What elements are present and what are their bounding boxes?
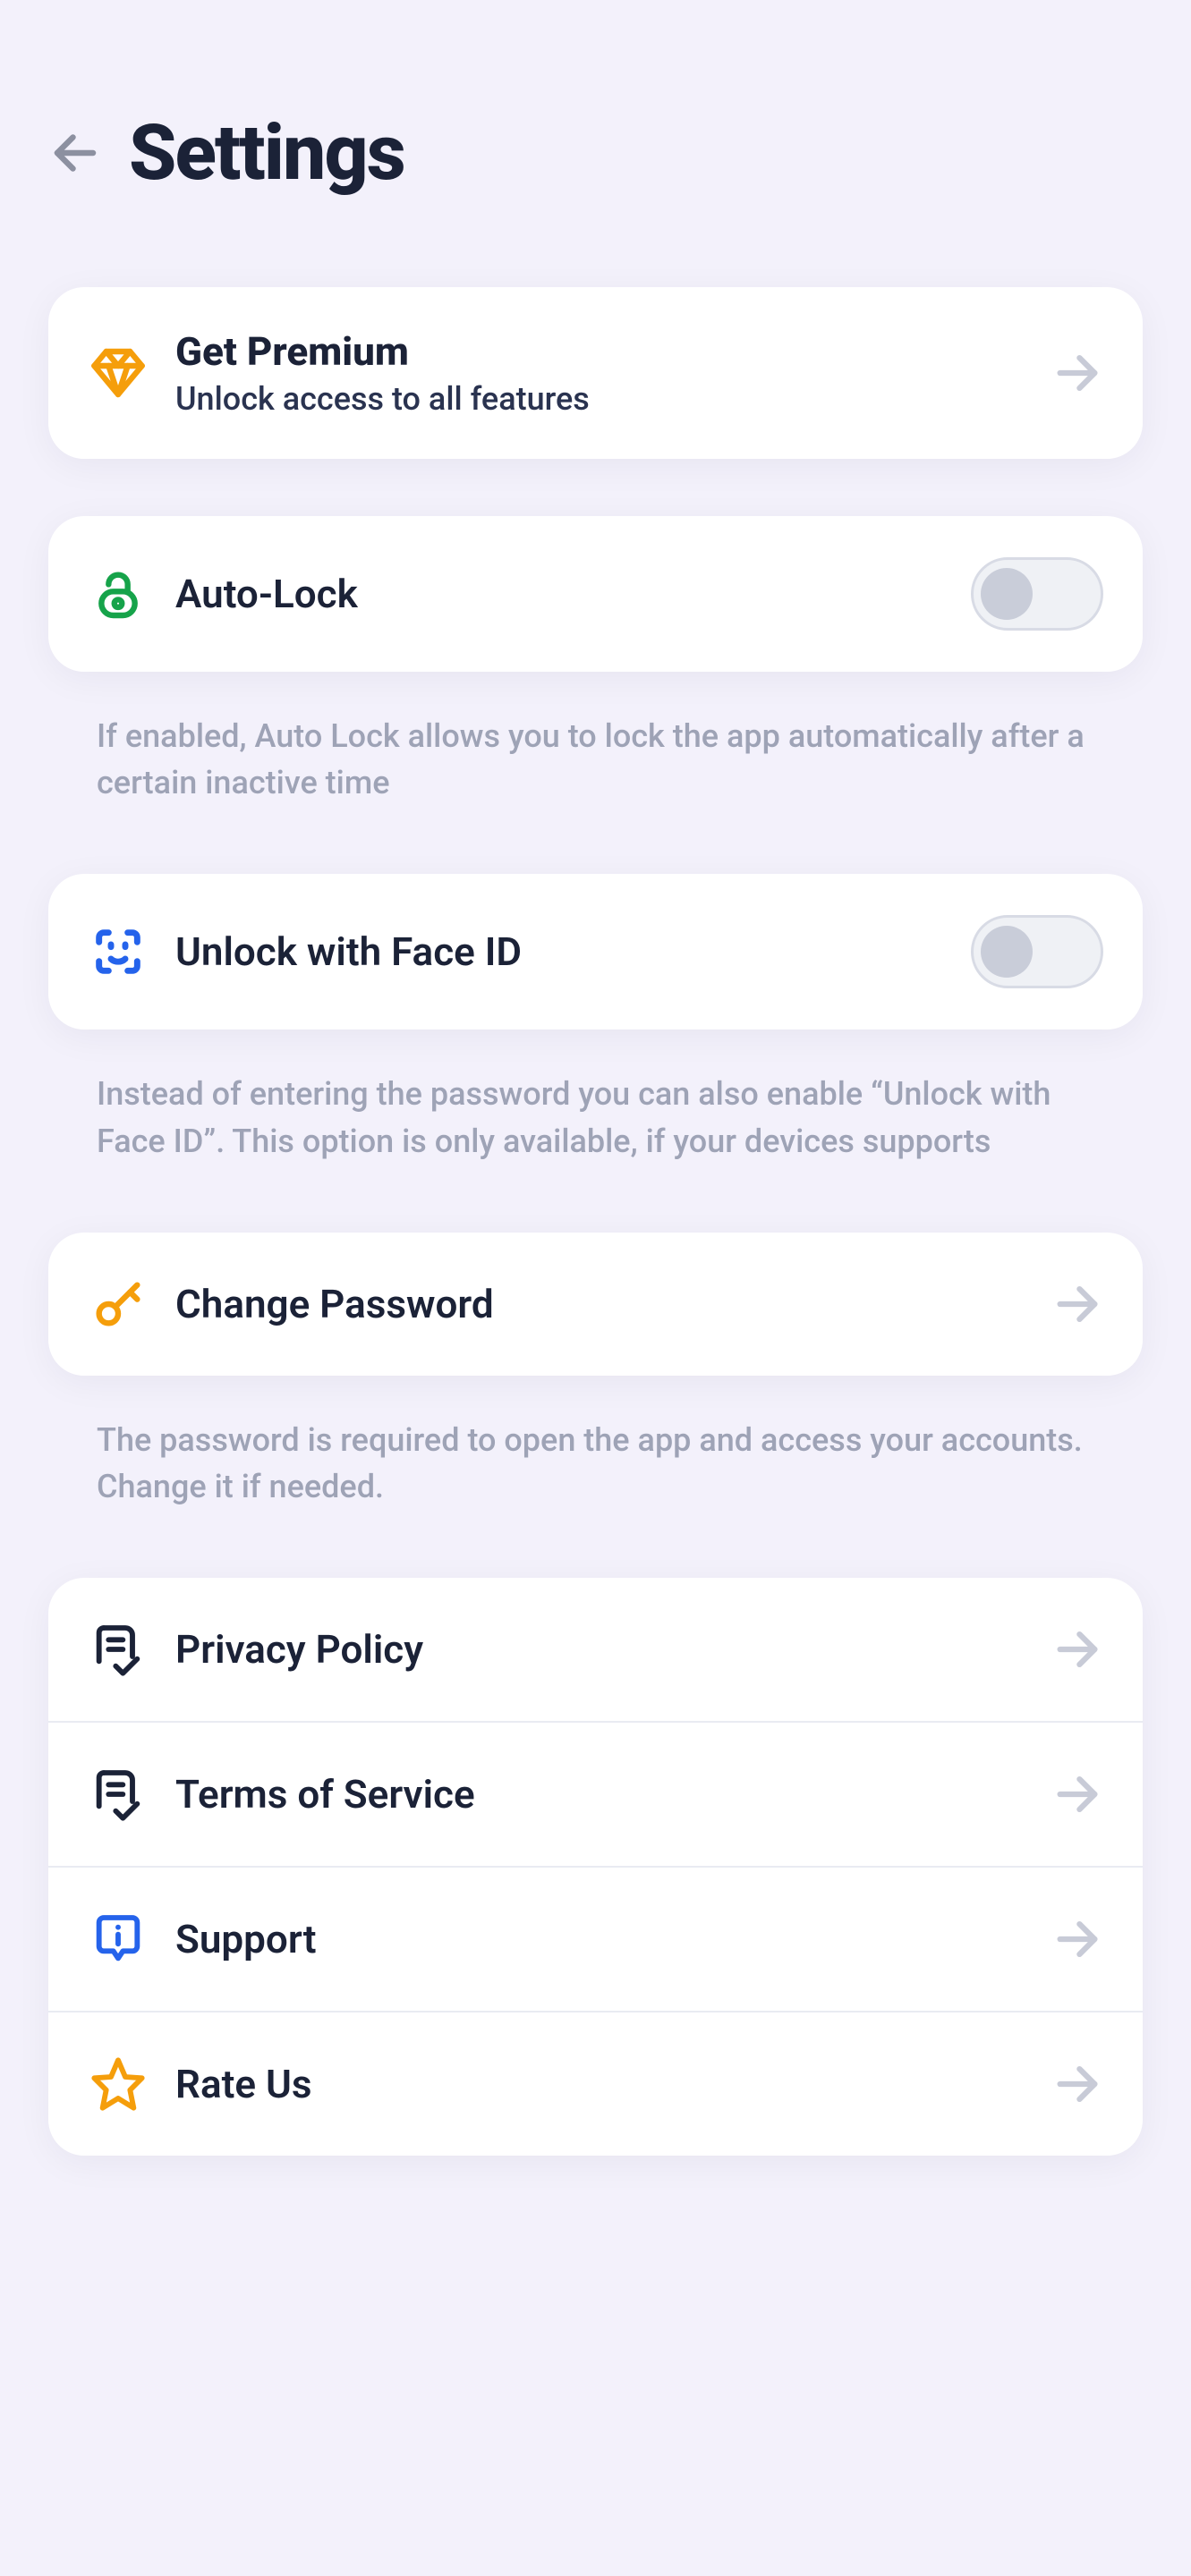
star-icon (88, 2054, 149, 2114)
face-id-card: Unlock with Face ID (48, 874, 1143, 1030)
terms-of-service-row[interactable]: Terms of Service (48, 1721, 1143, 1866)
premium-labels: Get Premium Unlock access to all feature… (175, 328, 1025, 418)
support-row[interactable]: Support (48, 1866, 1143, 2011)
change-password-row[interactable]: Change Password (48, 1233, 1143, 1376)
change-password-help: The password is required to open the app… (48, 1401, 1143, 1542)
arrow-left-icon (48, 124, 102, 182)
face-id-toggle[interactable] (971, 915, 1103, 988)
back-button[interactable] (48, 126, 102, 180)
chevron-right-icon (1051, 1768, 1103, 1820)
settings-screen: Settings Get Premium Unlock access to al… (0, 0, 1191, 2576)
get-premium-row[interactable]: Get Premium Unlock access to all feature… (48, 287, 1143, 459)
auto-lock-title: Auto-Lock (175, 571, 944, 617)
change-password-title: Change Password (175, 1281, 1025, 1327)
lock-icon (88, 564, 149, 624)
premium-title: Get Premium (175, 328, 1025, 375)
auto-lock-row[interactable]: Auto-Lock (48, 516, 1143, 672)
rate-us-row[interactable]: Rate Us (48, 2011, 1143, 2156)
diamond-icon (88, 343, 149, 403)
rate-us-label: Rate Us (175, 2061, 1025, 2107)
chevron-right-icon (1051, 1913, 1103, 1965)
privacy-policy-row[interactable]: Privacy Policy (48, 1578, 1143, 1721)
toggle-knob (981, 926, 1033, 978)
face-id-icon (88, 921, 149, 982)
document-check-icon (88, 1764, 149, 1825)
chevron-right-icon (1051, 2058, 1103, 2110)
face-id-row[interactable]: Unlock with Face ID (48, 874, 1143, 1030)
face-id-title: Unlock with Face ID (175, 928, 944, 975)
terms-of-service-label: Terms of Service (175, 1771, 1025, 1818)
face-id-help: Instead of entering the password you can… (48, 1055, 1143, 1196)
chevron-right-icon (1051, 347, 1103, 399)
chat-info-icon (88, 1909, 149, 1970)
premium-subtitle: Unlock access to all features (175, 380, 1025, 418)
chevron-right-icon (1051, 1623, 1103, 1675)
privacy-policy-label: Privacy Policy (175, 1626, 1025, 1673)
document-check-icon (88, 1619, 149, 1680)
change-password-card: Change Password (48, 1233, 1143, 1376)
header: Settings (48, 107, 1143, 198)
auto-lock-help: If enabled, Auto Lock allows you to lock… (48, 697, 1143, 838)
support-label: Support (175, 1916, 1025, 1962)
links-card: Privacy Policy Terms of Se (48, 1578, 1143, 2156)
auto-lock-toggle[interactable] (971, 557, 1103, 631)
chevron-right-icon (1051, 1278, 1103, 1330)
key-icon (88, 1274, 149, 1335)
get-premium-card: Get Premium Unlock access to all feature… (48, 287, 1143, 459)
page-title: Settings (129, 107, 404, 198)
toggle-knob (981, 568, 1033, 620)
auto-lock-card: Auto-Lock (48, 516, 1143, 672)
